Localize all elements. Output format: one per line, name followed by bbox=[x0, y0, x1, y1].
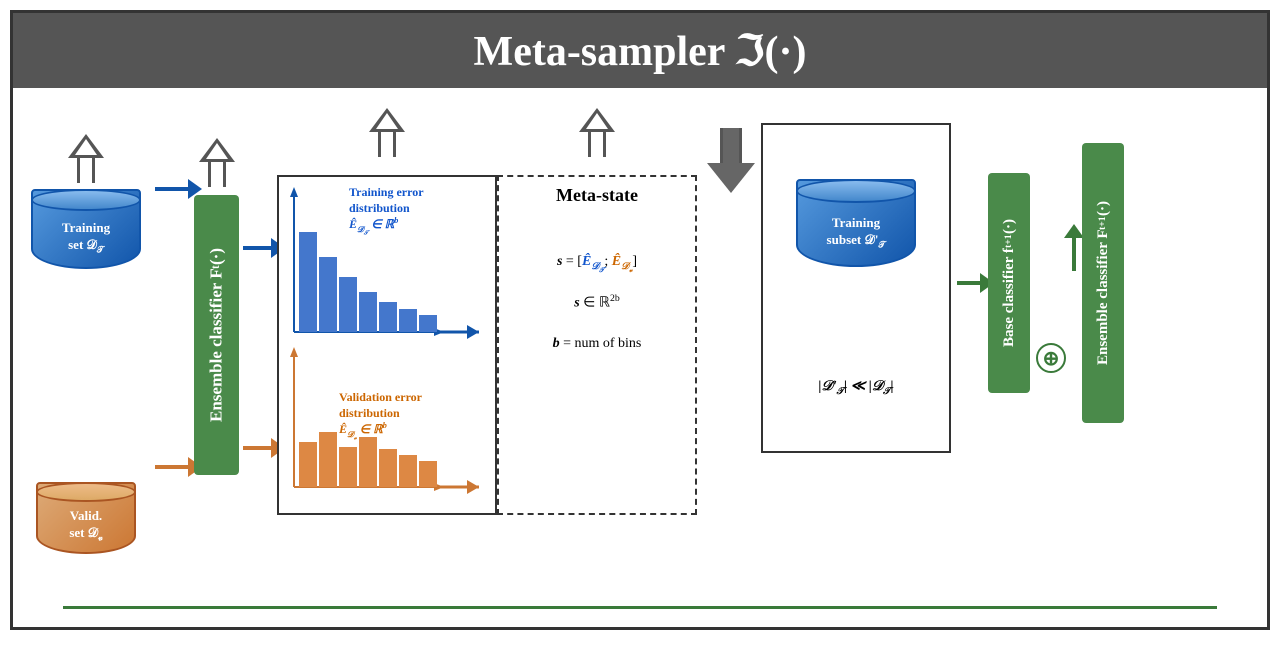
subset-size-label: |𝒟'𝒯| ≪ |𝒟𝒯| bbox=[818, 378, 893, 397]
plus-circle: ⊕ bbox=[1036, 343, 1066, 373]
ensemble-classifier-left: Ensemble classifier Ft(·) bbox=[194, 195, 239, 475]
right-section: Trainingsubset 𝒟'𝒯 |𝒟'𝒯| ≪ |𝒟𝒯| Base cla… bbox=[761, 113, 1124, 453]
subset-to-base-arrow bbox=[957, 281, 982, 285]
valid-set-box: Valid.set 𝒟𝓋 bbox=[36, 482, 136, 562]
down-arrow-section bbox=[707, 128, 755, 193]
meta-state-title: Meta-state bbox=[556, 185, 638, 206]
histogram-svg bbox=[279, 177, 489, 507]
histogram-box: Training errordistribution Ê𝒟𝒯 ∈ ℝb Vali… bbox=[277, 175, 497, 515]
meta-state-formula-s2: s ∈ ℝ2b bbox=[553, 288, 642, 319]
left-column: Trainingset 𝒟𝒯 Valid.set 𝒟𝓋 bbox=[21, 98, 151, 598]
green-bottom-line bbox=[63, 606, 1217, 609]
histogram-section: Training errordistribution Ê𝒟𝒯 ∈ ℝb Vali… bbox=[277, 108, 497, 515]
plus-circle-section: ⊕ bbox=[1036, 343, 1066, 373]
header-bar: Meta-sampler ℑ(·) bbox=[13, 13, 1267, 88]
training-subset-box: Trainingsubset 𝒟'𝒯 |𝒟'𝒯| ≪ |𝒟𝒯| bbox=[761, 123, 951, 453]
ensemble-left-section: Ensemble classifier Ft(·) bbox=[194, 138, 239, 475]
dataset-arrows bbox=[155, 138, 190, 518]
meta-state-formula-s: s = [Ê𝒟𝒯; Ê𝒟𝓋] bbox=[553, 247, 642, 278]
base-to-ensemble-arrow bbox=[1072, 236, 1076, 271]
diagram-container: Meta-sampler ℑ(·) bbox=[10, 10, 1270, 630]
training-set-box: Trainingset 𝒟𝒯 bbox=[31, 189, 141, 279]
ensemble-hist-arrows bbox=[243, 188, 273, 508]
base-classifier-box: Base classifier ft+1(·) bbox=[988, 173, 1030, 393]
ensemble-classifier-right: Ensemble classifier Ft+1(·) bbox=[1082, 143, 1124, 423]
meta-state-box: Meta-state s = [Ê𝒟𝒯; Ê𝒟𝓋] s ∈ ℝ2b b = nu… bbox=[497, 175, 697, 515]
meta-state-section: Meta-state s = [Ê𝒟𝒯; Ê𝒟𝓋] s ∈ ℝ2b b = nu… bbox=[497, 108, 697, 515]
meta-state-formula-b: b = num of bins bbox=[553, 329, 642, 360]
main-content: Trainingset 𝒟𝒯 Valid.set 𝒟𝓋 bbox=[13, 88, 1267, 633]
header-title: Meta-sampler ℑ(·) bbox=[474, 26, 807, 76]
